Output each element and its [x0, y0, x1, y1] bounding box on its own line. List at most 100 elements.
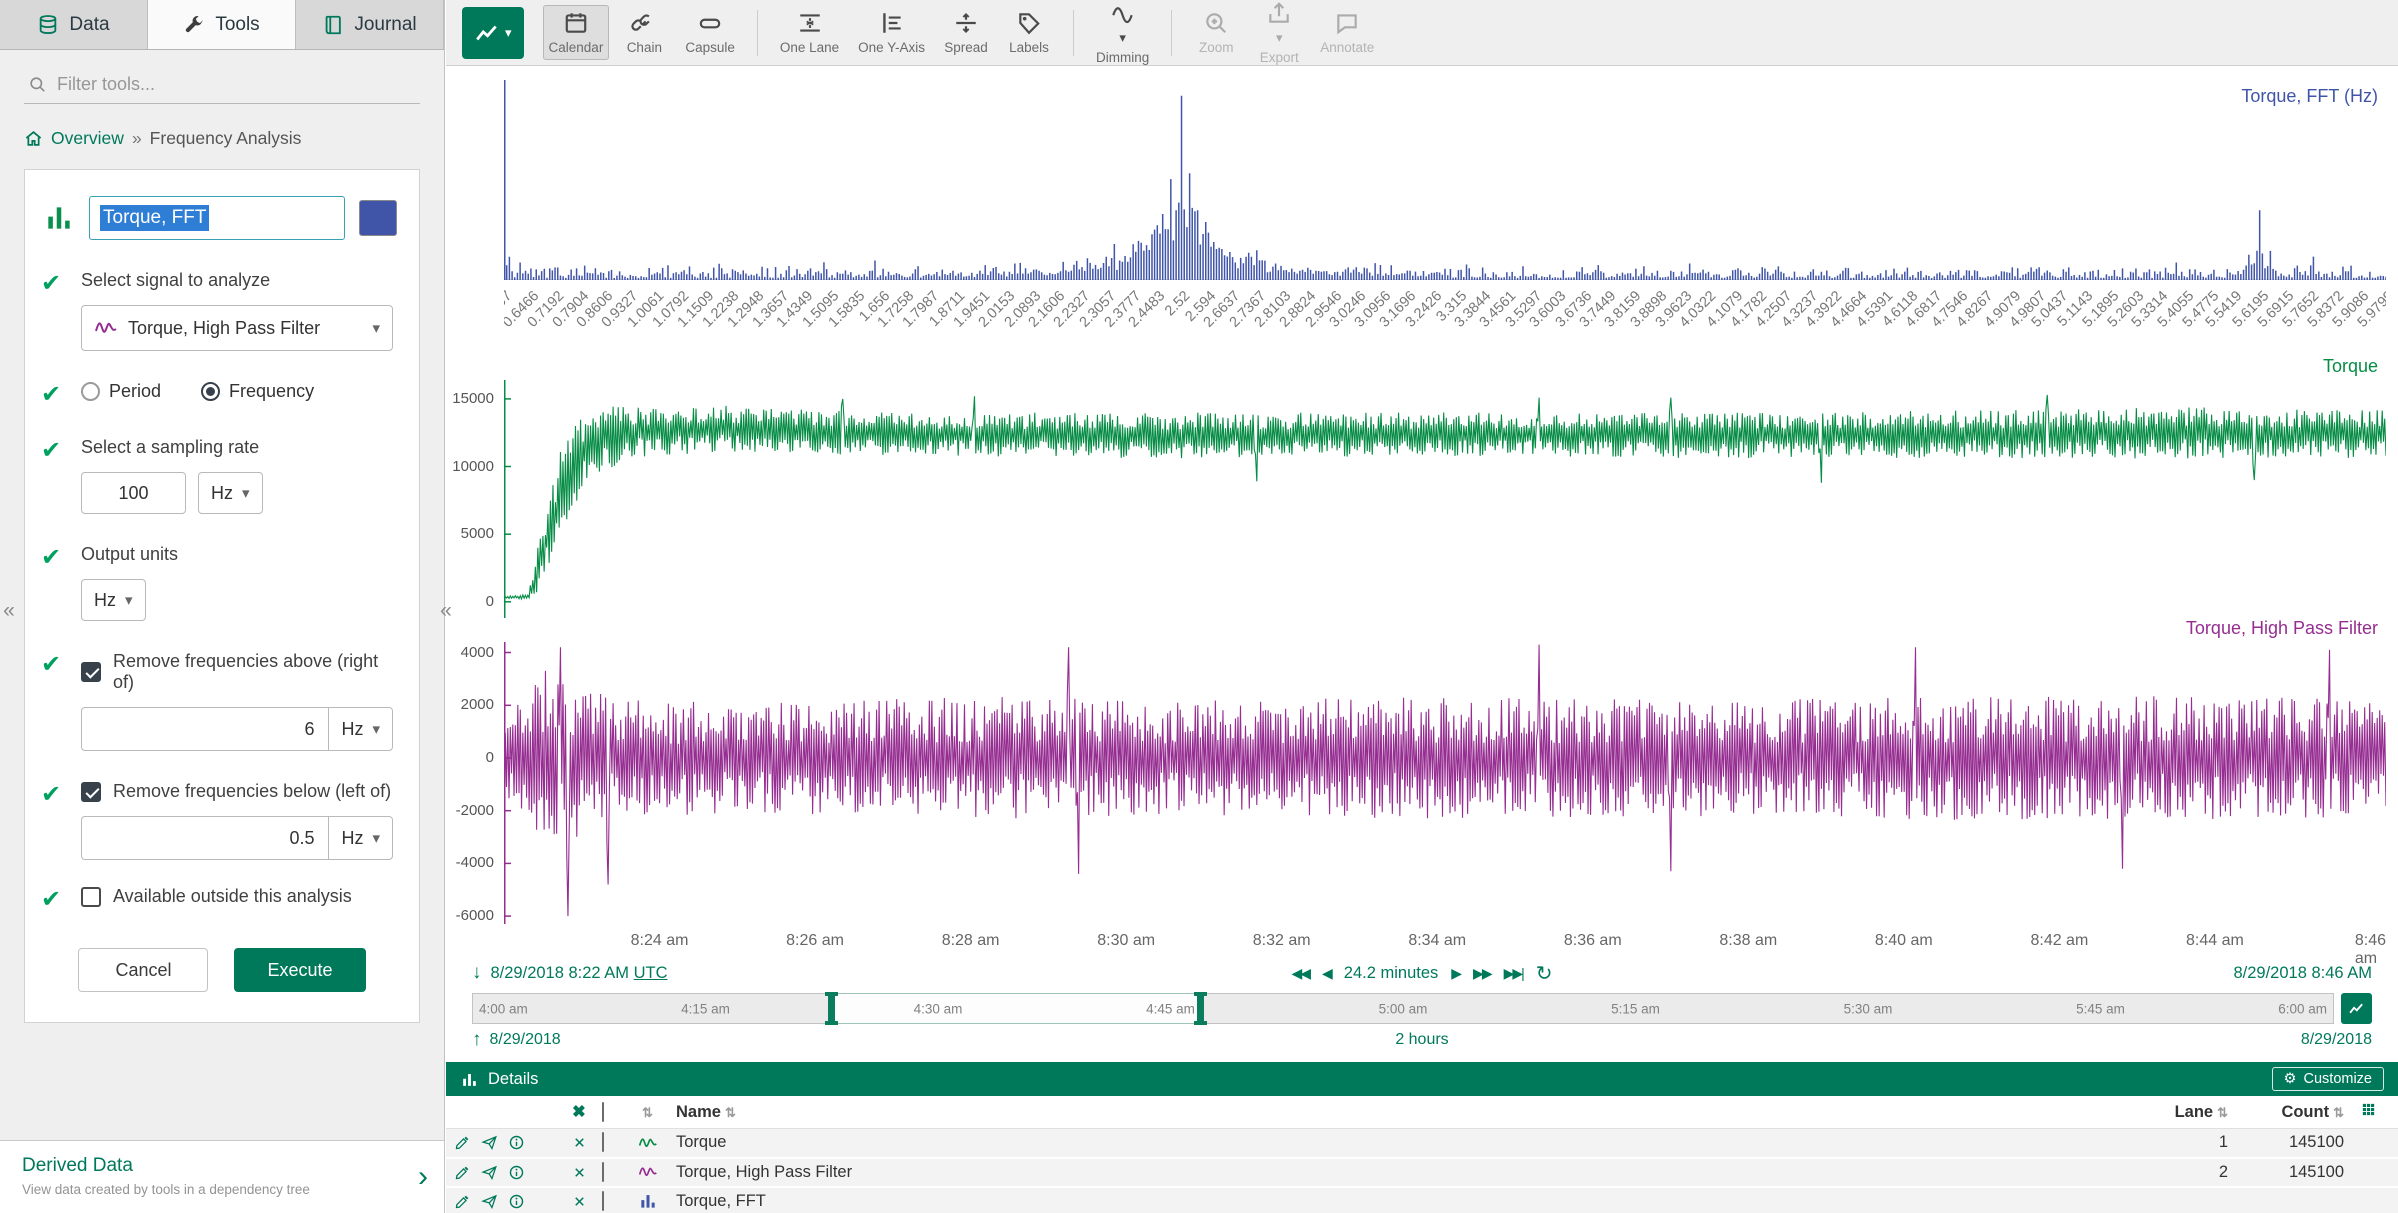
color-swatch-button[interactable] — [359, 200, 397, 236]
paper-plane-icon — [481, 1134, 498, 1151]
customize-button[interactable]: ⚙ Customize — [2272, 1067, 2385, 1091]
edit-icon[interactable] — [454, 1134, 471, 1151]
step-back-icon[interactable]: ◀◀ — [1291, 965, 1309, 982]
scrubber-right-handle[interactable] — [1197, 992, 1204, 1025]
dimming-button[interactable]: ▾Dimming — [1090, 0, 1155, 70]
high-pass-filter-chart-lane[interactable]: Torque, High Pass Filter -6000-4000-2000… — [504, 642, 2386, 924]
chevron-down-icon: ▾ — [372, 829, 380, 847]
info-icon[interactable] — [508, 1193, 525, 1210]
scrubber-tick-label: 5:15 am — [1611, 1001, 1660, 1016]
remove-icon[interactable] — [572, 1192, 587, 1210]
search-input[interactable] — [57, 74, 397, 95]
count-header-label: Count — [2281, 1103, 2329, 1121]
one-lane-button[interactable]: One Lane — [774, 5, 845, 60]
available-outside-checkbox[interactable] — [81, 887, 101, 907]
toolbar-button-label: Labels — [1009, 40, 1049, 55]
paper-plane-icon[interactable] — [481, 1164, 498, 1181]
time-scrubber: 4:00 am4:15 am4:30 am4:45 am5:00 am5:15 … — [472, 992, 2372, 1026]
time-axis-label: 8:32 am — [1253, 932, 1311, 950]
type-sort-icon[interactable]: ⇅ — [642, 1105, 653, 1120]
table-row[interactable]: Torque1145100 — [446, 1129, 2398, 1158]
sampling-rate-input[interactable]: 100 — [81, 472, 186, 514]
name-column-header[interactable]: Name⇅ — [668, 1096, 2152, 1129]
row-checkbox[interactable] — [602, 1162, 604, 1182]
paper-plane-icon[interactable] — [481, 1193, 498, 1210]
collapse-outer-panel-handle[interactable]: « — [0, 597, 18, 625]
table-row[interactable]: Torque, FFT — [446, 1187, 2398, 1213]
table-columns-icon[interactable] — [2360, 1101, 2377, 1118]
row-count: 145100 — [2236, 1129, 2352, 1158]
row-checkbox[interactable] — [602, 1132, 604, 1152]
remove-all-icon[interactable]: ✖ — [572, 1103, 586, 1121]
remove-above-input[interactable]: 6 — [81, 707, 328, 751]
collapse-sidebar-handle[interactable]: « — [437, 597, 455, 625]
remove-below-input[interactable]: 0.5 — [81, 816, 328, 860]
remove-below-checkbox[interactable] — [81, 782, 101, 802]
chain-button[interactable]: Chain — [616, 5, 672, 60]
home-icon[interactable] — [24, 129, 43, 148]
count-column-header[interactable]: Count ⇅ — [2236, 1096, 2352, 1129]
arrow-up-icon[interactable]: ↑ — [472, 1029, 482, 1051]
row-lane — [2152, 1187, 2236, 1213]
refresh-icon[interactable]: ↻ — [1536, 961, 1553, 986]
select-all-checkbox[interactable] — [602, 1102, 604, 1122]
edit-icon[interactable] — [454, 1164, 471, 1181]
frequency-radio[interactable]: Frequency — [201, 381, 314, 402]
labels-button[interactable]: Labels — [1001, 5, 1057, 60]
sampling-unit-select[interactable]: Hz ▾ — [198, 472, 263, 514]
timezone-link[interactable]: UTC — [634, 964, 668, 982]
torque-chart-lane[interactable]: Torque 050001000015000 — [504, 380, 2386, 618]
execute-button[interactable]: Execute — [234, 948, 365, 992]
cancel-button[interactable]: Cancel — [78, 948, 208, 992]
one-y-axis-button[interactable]: One Y-Axis — [852, 5, 931, 60]
remove-below-unit-select[interactable]: Hz ▾ — [328, 816, 393, 860]
scrubber-selection[interactable] — [832, 993, 1200, 1024]
scrubber-range-duration[interactable]: 2 hours — [1395, 1031, 1448, 1049]
paper-plane-icon[interactable] — [481, 1134, 498, 1151]
remove-above-checkbox[interactable] — [81, 662, 101, 682]
scrubber-track[interactable]: 4:00 am4:15 am4:30 am4:45 am5:00 am5:15 … — [472, 993, 2334, 1024]
result-name-input[interactable]: Torque, FFT — [89, 196, 345, 240]
signal-select[interactable]: Torque, High Pass Filter ▾ — [81, 305, 393, 351]
sort-icon[interactable]: ⇅ — [725, 1105, 736, 1120]
half-step-forward-icon[interactable]: ▶ — [1451, 965, 1460, 982]
arrow-down-icon[interactable]: ↓ — [472, 962, 482, 984]
range-start[interactable]: 8/29/2018 8:22 AM UTC — [491, 964, 668, 983]
remove-icon[interactable] — [572, 1163, 587, 1181]
scrubber-date-left[interactable]: 8/29/2018 — [490, 1031, 561, 1049]
scrubber-date-right[interactable]: 8/29/2018 — [2301, 1031, 2372, 1049]
sort-icon[interactable]: ⇅ — [2333, 1105, 2344, 1120]
period-radio[interactable]: Period — [81, 381, 161, 402]
sort-icon[interactable]: ⇅ — [2217, 1105, 2228, 1120]
row-count — [2236, 1187, 2352, 1213]
trend-icon — [2348, 1000, 2365, 1017]
edit-icon — [454, 1164, 471, 1181]
remove-icon[interactable] — [572, 1133, 587, 1151]
derived-data-card[interactable]: Derived Data View data created by tools … — [0, 1140, 444, 1213]
remove-above-unit-select[interactable]: Hz ▾ — [328, 707, 393, 751]
scrubber-left-handle[interactable] — [828, 992, 835, 1025]
edit-icon[interactable] — [454, 1193, 471, 1210]
capsule-button[interactable]: Capsule — [679, 5, 741, 60]
row-checkbox[interactable] — [602, 1191, 604, 1211]
calendar-button[interactable]: Calendar — [543, 5, 610, 60]
tab-tools[interactable]: Tools — [148, 0, 296, 49]
half-step-back-icon[interactable]: ◀ — [1322, 965, 1331, 982]
lane-column-header[interactable]: Lane⇅ — [2152, 1096, 2236, 1129]
paper-plane-icon — [481, 1193, 498, 1210]
trend-button[interactable]: ▾ — [462, 7, 524, 59]
output-unit-select[interactable]: Hz ▾ — [81, 579, 146, 621]
skip-to-now-icon[interactable]: ▶▶| — [1504, 965, 1523, 982]
range-end[interactable]: 8/29/2018 8:46 AM — [2233, 964, 2372, 983]
step-forward-icon[interactable]: ▶▶ — [1473, 965, 1491, 982]
breadcrumb-overview-link[interactable]: Overview — [51, 128, 124, 149]
tab-data[interactable]: Data — [0, 0, 148, 49]
range-start-text: 8/29/2018 8:22 AM — [491, 964, 630, 982]
spread-button[interactable]: Spread — [938, 5, 994, 60]
scrubber-chart-button[interactable] — [2341, 993, 2372, 1024]
table-row[interactable]: Torque, High Pass Filter2145100 — [446, 1158, 2398, 1187]
info-icon[interactable] — [508, 1134, 525, 1151]
tab-journal[interactable]: Journal — [296, 0, 444, 49]
info-icon[interactable] — [508, 1164, 525, 1181]
fft-chart-lane[interactable]: Torque, FFT (Hz) — [504, 80, 2386, 280]
